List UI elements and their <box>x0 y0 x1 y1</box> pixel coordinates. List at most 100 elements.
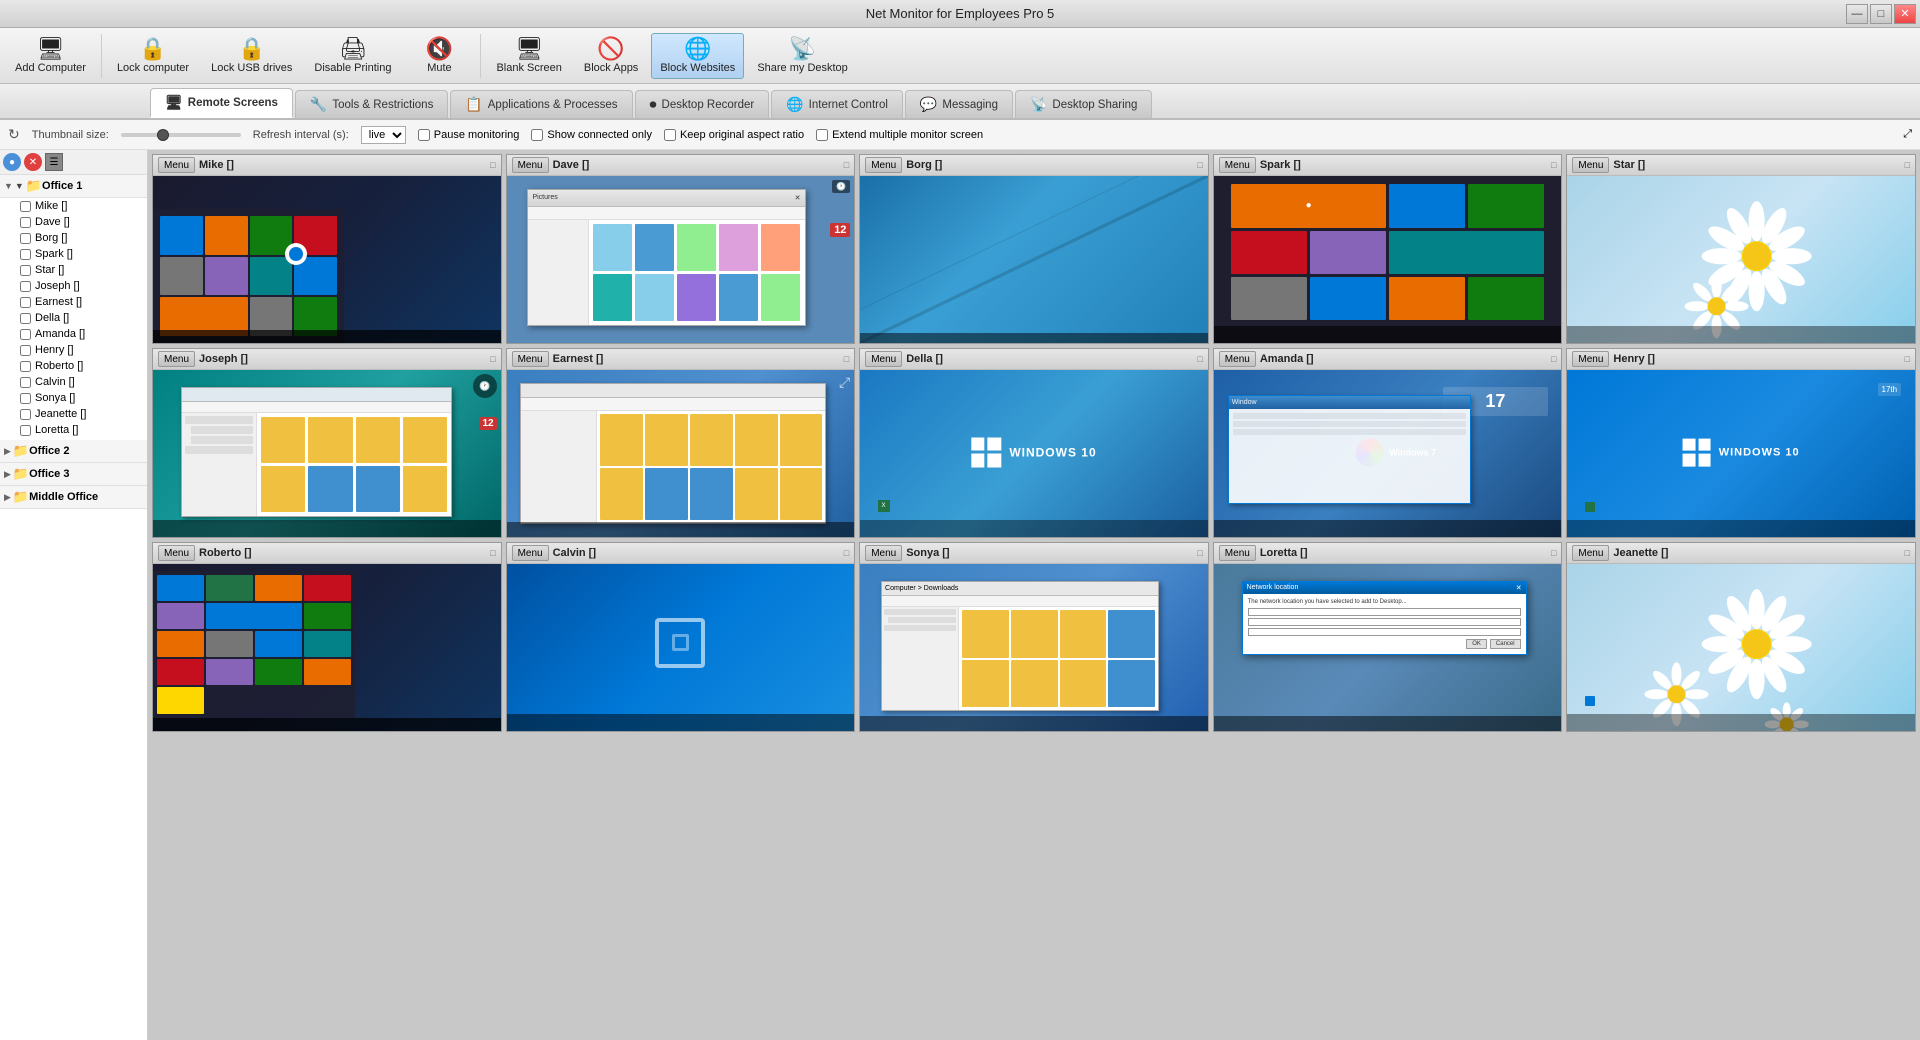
sidebar-group-middle-office[interactable]: ▶ 📁 Middle Office <box>0 486 147 509</box>
tab-desktop-sharing[interactable]: 📡 Desktop Sharing <box>1015 90 1152 118</box>
expand-screen-henry[interactable]: □ <box>1905 354 1910 364</box>
expand-screen-sonya[interactable]: □ <box>1197 548 1202 558</box>
calvin-checkbox[interactable] <box>20 377 31 388</box>
mike-checkbox[interactable] <box>20 201 31 212</box>
sidebar-item-amanda[interactable]: Amanda [] <box>0 326 147 342</box>
expand-screen-calvin[interactable]: □ <box>844 548 849 558</box>
sidebar-item-henry[interactable]: Henry [] <box>0 342 147 358</box>
keep-aspect-check[interactable]: Keep original aspect ratio <box>664 129 804 141</box>
expand-icon-mo[interactable]: ▶ <box>4 492 11 503</box>
extend-monitor-check[interactable]: Extend multiple monitor screen <box>816 129 983 141</box>
sidebar-item-dave[interactable]: Dave [] <box>0 214 147 230</box>
sidebar-item-loretta[interactable]: Loretta [] <box>0 422 147 438</box>
tab-desktop-recorder[interactable]: ⏺ Desktop Recorder <box>635 90 770 118</box>
tab-messaging[interactable]: 💬 Messaging <box>905 90 1013 118</box>
sonya-checkbox[interactable] <box>20 393 31 404</box>
expand-screen-jeanette[interactable]: □ <box>1905 548 1910 558</box>
menu-button-roberto[interactable]: Menu <box>158 545 195 561</box>
screen-preview-joseph[interactable]: 🕐 12 <box>153 370 501 537</box>
expand-screen-della[interactable]: □ <box>1197 354 1202 364</box>
expand-screen-spark[interactable]: □ <box>1551 160 1556 170</box>
lock-computer-button[interactable]: 🔒 Lock computer <box>108 33 198 79</box>
menu-button-mike[interactable]: Menu <box>158 157 195 173</box>
sidebar-item-sonya[interactable]: Sonya [] <box>0 390 147 406</box>
menu-button-calvin[interactable]: Menu <box>512 545 549 561</box>
menu-button-amanda[interactable]: Menu <box>1219 351 1256 367</box>
expand-screen-joseph[interactable]: □ <box>490 354 495 364</box>
expand-screen-star[interactable]: □ <box>1905 160 1910 170</box>
sidebar-item-roberto[interactable]: Roberto [] <box>0 358 147 374</box>
menu-button-henry[interactable]: Menu <box>1572 351 1609 367</box>
jeanette-checkbox[interactable] <box>20 409 31 420</box>
menu-button-della[interactable]: Menu <box>865 351 902 367</box>
sidebar-item-mike[interactable]: Mike [] <box>0 198 147 214</box>
tab-applications-processes[interactable]: 📋 Applications & Processes <box>450 90 632 118</box>
tab-remote-screens[interactable]: 🖥 Remote Screens <box>150 88 293 118</box>
lock-usb-button[interactable]: 🔒 Lock USB drives <box>202 33 301 79</box>
spark-checkbox[interactable] <box>20 249 31 260</box>
maximize-button[interactable]: □ <box>1870 4 1892 24</box>
sidebar-group-office1[interactable]: ▼ ▼ 📁 Office 1 <box>0 175 147 198</box>
menu-button-sonya[interactable]: Menu <box>865 545 902 561</box>
expand-screen-dave[interactable]: □ <box>844 160 849 170</box>
sidebar-group-office3[interactable]: ▶ 📁 Office 3 <box>0 463 147 486</box>
keep-aspect-checkbox[interactable] <box>664 129 676 141</box>
screen-preview-earnest[interactable]: ⤢ <box>507 370 855 537</box>
screen-preview-della[interactable]: WINDOWS 10 X <box>860 370 1208 537</box>
blank-screen-button[interactable]: 🖥 Blank Screen <box>487 33 570 79</box>
block-apps-button[interactable]: 🚫 Block Apps <box>575 33 647 79</box>
minimize-button[interactable]: — <box>1846 4 1868 24</box>
expand-screen-roberto[interactable]: □ <box>490 548 495 558</box>
show-connected-checkbox[interactable] <box>531 129 543 141</box>
screen-preview-loretta[interactable]: Network location ✕ The network location … <box>1214 564 1562 731</box>
screen-preview-borg[interactable] <box>860 176 1208 343</box>
sidebar-item-joseph[interactable]: Joseph [] <box>0 278 147 294</box>
screen-preview-roberto[interactable] <box>153 564 501 731</box>
sidebar-item-della[interactable]: Della [] <box>0 310 147 326</box>
expand-screen-mike[interactable]: □ <box>490 160 495 170</box>
thumbnail-size-slider[interactable] <box>121 133 241 137</box>
refresh-icon[interactable]: ↻ <box>8 126 20 143</box>
screen-preview-henry[interactable]: WINDOWS 10 17th <box>1567 370 1915 537</box>
menu-button-joseph[interactable]: Menu <box>158 351 195 367</box>
tab-internet-control[interactable]: 🌐 Internet Control <box>771 90 903 118</box>
expand-icon-o3[interactable]: ▶ <box>4 469 11 480</box>
loretta-checkbox[interactable] <box>20 425 31 436</box>
screen-preview-sonya[interactable]: Computer > Downloads <box>860 564 1208 731</box>
share-desktop-button[interactable]: 📡 Share my Desktop <box>748 33 856 79</box>
close-button[interactable]: ✕ <box>1894 4 1916 24</box>
show-connected-check[interactable]: Show connected only <box>531 129 652 141</box>
sidebar-icon-2[interactable]: ✕ <box>24 153 42 171</box>
screen-preview-jeanette[interactable] <box>1567 564 1915 731</box>
screen-preview-amanda[interactable]: Windows 7 17 Window <box>1214 370 1562 537</box>
pause-monitoring-check[interactable]: Pause monitoring <box>418 129 520 141</box>
dave-checkbox[interactable] <box>20 217 31 228</box>
menu-button-star[interactable]: Menu <box>1572 157 1609 173</box>
menu-button-earnest[interactable]: Menu <box>512 351 549 367</box>
sidebar-item-jeanette[interactable]: Jeanette [] <box>0 406 147 422</box>
sidebar-icon-1[interactable]: ● <box>3 153 21 171</box>
expand-icon-o2[interactable]: ▶ <box>4 446 11 457</box>
expand-screen-borg[interactable]: □ <box>1197 160 1202 170</box>
sidebar-group-office2[interactable]: ▶ 📁 Office 2 <box>0 440 147 463</box>
extend-monitor-checkbox[interactable] <box>816 129 828 141</box>
ld-ok-btn[interactable]: OK <box>1466 639 1487 649</box>
add-computer-button[interactable]: 🖥 Add Computer <box>6 33 95 79</box>
refresh-interval-select[interactable]: live 1 2 5 10 <box>361 126 406 144</box>
della-checkbox[interactable] <box>20 313 31 324</box>
block-websites-button[interactable]: 🌐 Block Websites <box>651 33 744 79</box>
expand-screen-loretta[interactable]: □ <box>1551 548 1556 558</box>
expand-screen-earnest[interactable]: □ <box>844 354 849 364</box>
ld-cancel-btn[interactable]: Cancel <box>1490 639 1521 649</box>
sidebar-item-earnest[interactable]: Earnest [] <box>0 294 147 310</box>
mute-button[interactable]: 🔇 Mute <box>404 33 474 79</box>
amanda-checkbox[interactable] <box>20 329 31 340</box>
sidebar-icon-3[interactable]: ☰ <box>45 153 63 171</box>
menu-button-jeanette[interactable]: Menu <box>1572 545 1609 561</box>
joseph-checkbox[interactable] <box>20 281 31 292</box>
menu-button-spark[interactable]: Menu <box>1219 157 1256 173</box>
disable-printing-button[interactable]: 🖨 Disable Printing <box>305 33 400 79</box>
star-checkbox[interactable] <box>20 265 31 276</box>
sidebar-item-calvin[interactable]: Calvin [] <box>0 374 147 390</box>
menu-button-dave[interactable]: Menu <box>512 157 549 173</box>
